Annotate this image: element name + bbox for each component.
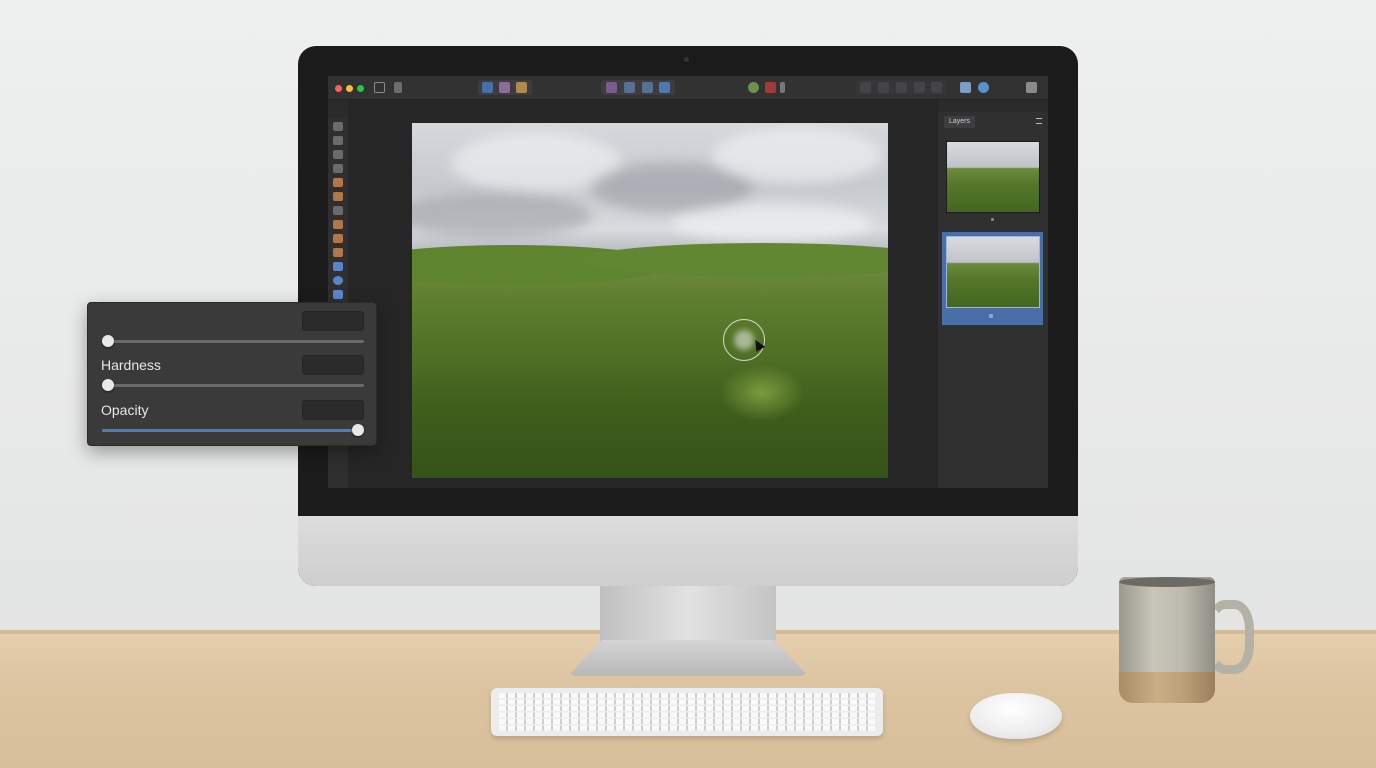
panel-menu-icon[interactable] [1036, 118, 1042, 124]
healing-icon[interactable] [333, 248, 343, 257]
share-icon[interactable] [394, 82, 402, 93]
app-toolbar [328, 76, 1048, 100]
size-field[interactable] [302, 311, 364, 331]
magic-mouse [970, 693, 1062, 739]
layers-panel: Layers [938, 112, 1048, 488]
mug-base [1119, 672, 1215, 703]
tab-layers[interactable]: Layers [944, 116, 976, 128]
paint-brush-icon[interactable] [333, 178, 343, 187]
transform-icon[interactable] [914, 82, 925, 93]
arrange-icon[interactable] [896, 82, 907, 93]
canvas-area [348, 100, 938, 488]
hardness-label: Hardness [101, 357, 161, 373]
pen-icon[interactable] [333, 150, 343, 159]
size-slider-knob[interactable] [102, 335, 114, 347]
move-tool-icon[interactable] [333, 122, 343, 131]
sidebar-icon[interactable] [374, 82, 385, 93]
brush-settings-panel: Hardness Opacity [87, 302, 377, 446]
grid-icon[interactable] [860, 82, 871, 93]
develop-icon[interactable] [516, 82, 527, 93]
canvas-photo[interactable] [412, 123, 888, 478]
lasso-icon[interactable] [333, 164, 343, 173]
distribute-icon[interactable] [659, 82, 670, 93]
snapping-icon[interactable] [878, 82, 889, 93]
minimize-window-button[interactable] [346, 85, 353, 92]
imac-chin [298, 516, 1078, 586]
hardness-slider[interactable] [102, 379, 364, 391]
hardness-field[interactable] [302, 355, 364, 375]
opacity-field[interactable] [302, 400, 364, 420]
shape-icon[interactable] [333, 276, 343, 285]
app-window: Layers [328, 76, 1048, 488]
layer-thumbnail[interactable] [946, 141, 1040, 213]
zoom-window-button[interactable] [357, 85, 364, 92]
pencil-icon[interactable] [333, 192, 343, 201]
layer-lock-icon[interactable] [989, 314, 993, 318]
layer-visibility-icon[interactable] [991, 218, 994, 221]
imac-stand [600, 586, 776, 642]
align-left-icon[interactable] [606, 82, 617, 93]
camera-icon [684, 57, 689, 62]
close-window-button[interactable] [335, 85, 342, 92]
inpaint-icon[interactable] [333, 220, 343, 229]
cloud [412, 193, 592, 238]
selection-brush-icon[interactable] [333, 136, 343, 145]
boolean-icon[interactable] [931, 82, 942, 93]
opacity-slider[interactable] [102, 424, 364, 436]
align-center-icon[interactable] [624, 82, 635, 93]
persona-icon[interactable] [482, 82, 493, 93]
mug-rim [1119, 577, 1215, 587]
cloud [712, 128, 882, 183]
fill-icon[interactable] [333, 290, 343, 299]
size-slider[interactable] [102, 335, 364, 347]
help-icon[interactable] [978, 82, 989, 93]
opacity-label: Opacity [101, 402, 149, 418]
assistant-icon[interactable] [1026, 82, 1037, 93]
hardness-slider-knob[interactable] [102, 379, 114, 391]
eraser-icon[interactable] [333, 206, 343, 215]
imac-stand-foot [568, 640, 808, 676]
studio-icon[interactable] [960, 82, 971, 93]
liquify-icon[interactable] [499, 82, 510, 93]
align-right-icon[interactable] [642, 82, 653, 93]
keyboard-keys [499, 693, 875, 731]
opacity-slider-fill [102, 429, 358, 432]
keyboard [491, 688, 883, 736]
gradient-icon[interactable] [333, 262, 343, 271]
cloud [672, 203, 872, 243]
color-icon[interactable] [748, 82, 759, 93]
layer-thumbnail-selected[interactable] [946, 236, 1040, 308]
record-icon[interactable] [765, 82, 776, 93]
chevron-down-icon[interactable] [780, 82, 785, 93]
clone-icon[interactable] [333, 234, 343, 243]
opacity-slider-knob[interactable] [352, 424, 364, 436]
